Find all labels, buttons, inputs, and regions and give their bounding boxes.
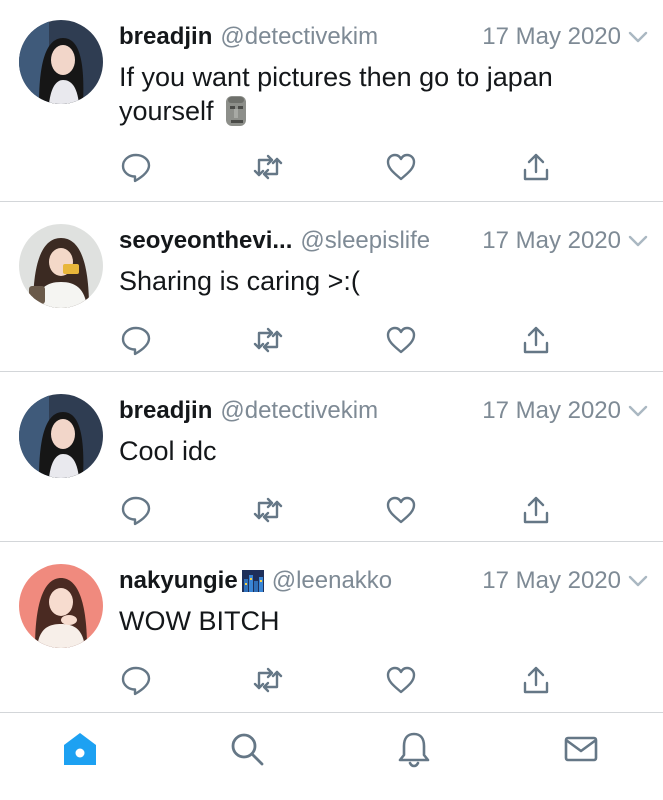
avatar[interactable]	[19, 224, 103, 308]
tweet[interactable]: breadjin @detectivekim 17 May 2020 If yo…	[0, 0, 663, 202]
reply-icon	[121, 496, 151, 526]
like-icon	[386, 666, 416, 694]
display-name[interactable]: breadjin	[119, 397, 212, 425]
retweet-icon	[253, 327, 283, 353]
tweet-date[interactable]: 17 May 2020	[482, 23, 621, 51]
moai-emoji-icon	[225, 96, 246, 126]
tweet-header: nakyungie @leenakko 17 May 2020	[119, 564, 649, 598]
share-icon	[523, 496, 549, 524]
tweet-text-content: WOW BITCH	[119, 606, 280, 636]
retweet-button[interactable]	[251, 150, 285, 184]
display-name[interactable]: nakyungie	[119, 567, 238, 595]
tweet-text: If you want pictures then go to japan yo…	[119, 60, 643, 128]
reply-icon	[121, 326, 151, 356]
tweet-text: Sharing is caring >:(	[119, 264, 643, 298]
user-handle[interactable]: @detectivekim	[220, 23, 378, 51]
retweet-button[interactable]	[251, 663, 285, 697]
chevron-down-icon[interactable]	[627, 29, 649, 45]
night-city-emoji-icon	[241, 570, 264, 592]
home-icon	[64, 733, 96, 765]
reply-button[interactable]	[119, 663, 153, 697]
timeline: breadjin @detectivekim 17 May 2020 If yo…	[0, 0, 663, 712]
avatar[interactable]	[19, 564, 103, 648]
tweet-actions	[119, 493, 663, 527]
tweet[interactable]: nakyungie @leenakko 17 May 2020 WOW BITC…	[0, 542, 663, 712]
tweet-header: seoyeonthevi... @sleepislife 17 May 2020	[119, 224, 649, 258]
tweet-text-content: Sharing is caring >:(	[119, 266, 360, 296]
tweet[interactable]: seoyeonthevi... @sleepislife 17 May 2020…	[0, 202, 663, 372]
messages-icon	[564, 736, 598, 762]
like-button[interactable]	[384, 323, 418, 357]
reply-button[interactable]	[119, 150, 153, 184]
like-button[interactable]	[384, 150, 418, 184]
tweet-text: WOW BITCH	[119, 604, 643, 638]
like-icon	[386, 326, 416, 354]
like-icon	[386, 496, 416, 524]
share-button[interactable]	[519, 663, 553, 697]
share-button[interactable]	[519, 493, 553, 527]
chevron-down-icon[interactable]	[627, 403, 649, 419]
user-handle[interactable]: @leenakko	[272, 567, 392, 595]
retweet-button[interactable]	[251, 323, 285, 357]
retweet-icon	[253, 497, 283, 523]
share-icon	[523, 326, 549, 354]
reply-button[interactable]	[119, 493, 153, 527]
tweet-text-content: Cool idc	[119, 436, 217, 466]
like-icon	[386, 153, 416, 181]
tab-home[interactable]	[60, 729, 100, 769]
display-name[interactable]: breadjin	[119, 23, 212, 51]
retweet-icon	[253, 154, 283, 180]
tweet-actions	[119, 663, 663, 697]
tweet-header: breadjin @detectivekim 17 May 2020	[119, 394, 649, 428]
tweet-date[interactable]: 17 May 2020	[482, 567, 621, 595]
tweet-actions	[119, 150, 663, 184]
chevron-down-icon[interactable]	[627, 233, 649, 249]
display-name[interactable]: seoyeonthevi...	[119, 227, 292, 255]
tweet-date[interactable]: 17 May 2020	[482, 397, 621, 425]
tweet-text: Cool idc	[119, 434, 643, 468]
avatar[interactable]	[19, 394, 103, 478]
search-icon	[231, 733, 264, 766]
retweet-icon	[253, 667, 283, 693]
retweet-button[interactable]	[251, 493, 285, 527]
tweet-date[interactable]: 17 May 2020	[482, 227, 621, 255]
tweet-header: breadjin @detectivekim 17 May 2020	[119, 20, 649, 54]
reply-button[interactable]	[119, 323, 153, 357]
like-button[interactable]	[384, 493, 418, 527]
tweet[interactable]: breadjin @detectivekim 17 May 2020 Cool …	[0, 372, 663, 542]
tab-notifications[interactable]	[394, 729, 434, 769]
tab-bar	[0, 712, 663, 800]
tab-search[interactable]	[227, 729, 267, 769]
reply-icon	[121, 153, 151, 183]
like-button[interactable]	[384, 663, 418, 697]
chevron-down-icon[interactable]	[627, 573, 649, 589]
tweet-actions	[119, 323, 663, 357]
share-icon	[523, 666, 549, 694]
share-button[interactable]	[519, 150, 553, 184]
user-handle[interactable]: @detectivekim	[220, 397, 378, 425]
share-icon	[523, 153, 549, 181]
share-button[interactable]	[519, 323, 553, 357]
tab-messages[interactable]	[561, 729, 601, 769]
tweet-text-content: If you want pictures then go to japan yo…	[119, 62, 553, 126]
reply-icon	[121, 666, 151, 696]
avatar[interactable]	[19, 20, 103, 104]
user-handle[interactable]: @sleepislife	[300, 227, 430, 255]
notifications-icon	[398, 732, 430, 768]
